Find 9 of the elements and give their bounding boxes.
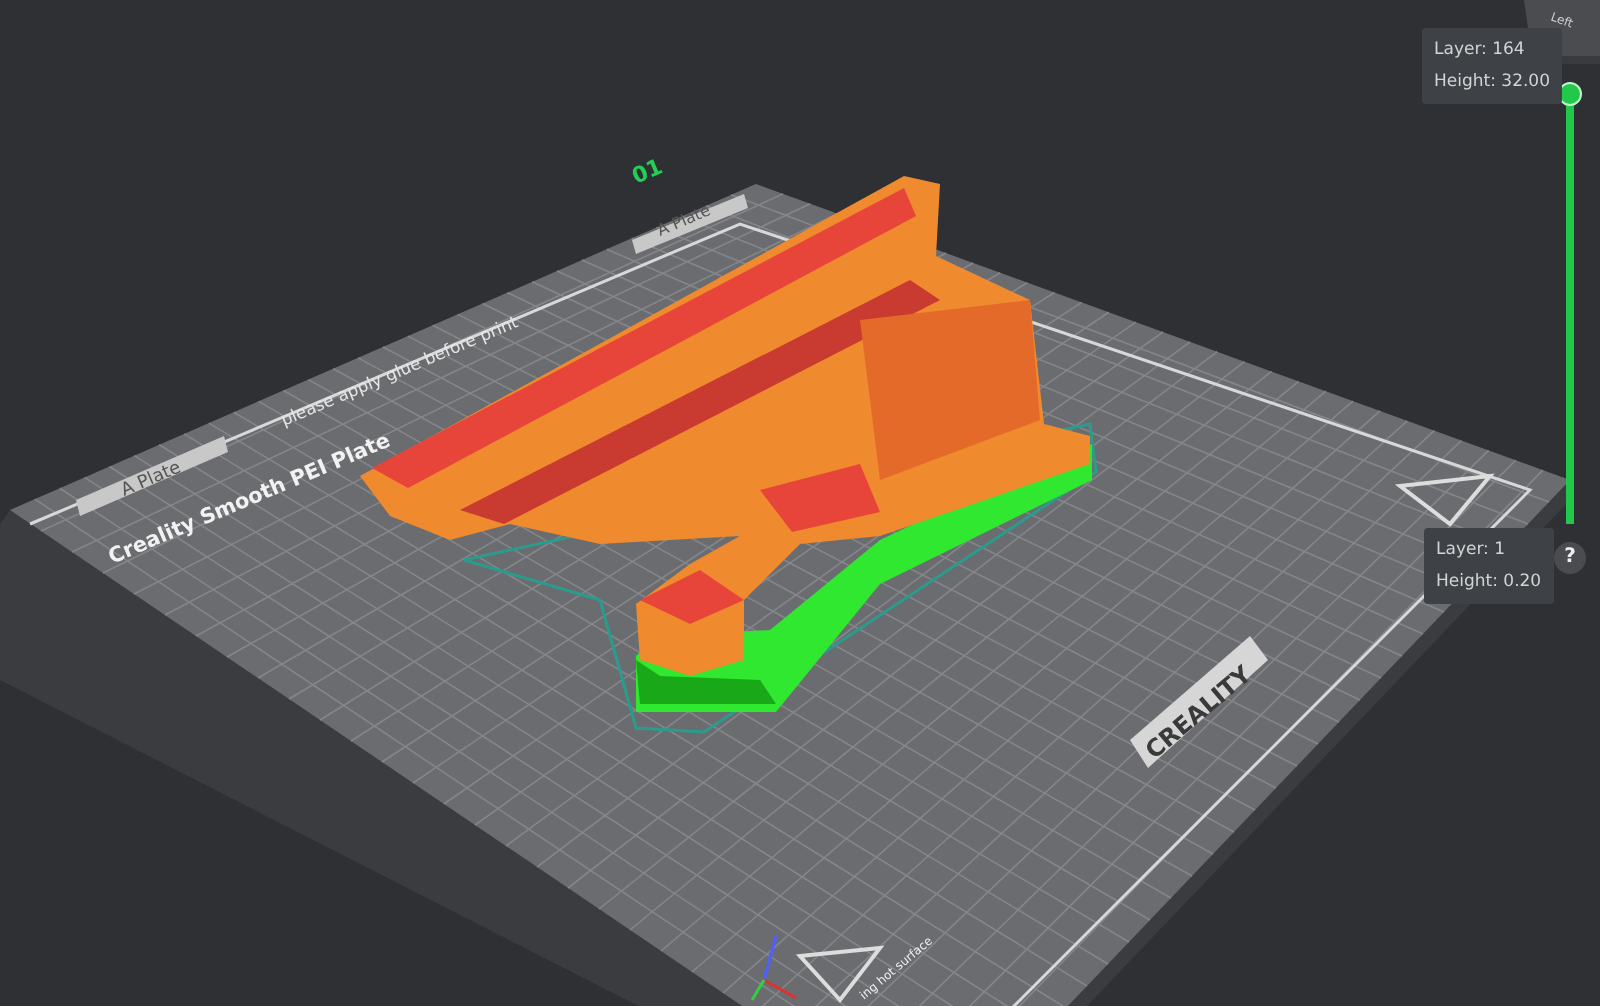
layer-height: Height: 32.00: [1434, 70, 1550, 96]
plate-label: A Plate: [632, 194, 748, 254]
warning-triangle-icon: [1394, 473, 1495, 527]
layer-height: Height: 0.20: [1436, 570, 1542, 596]
plate-number: 01: [628, 153, 667, 190]
axis-gizmo-icon: [750, 935, 797, 1001]
help-button[interactable]: ?: [1554, 542, 1586, 574]
layer-number: Layer: 164: [1434, 38, 1527, 64]
layer-number: Layer: 1: [1436, 538, 1508, 564]
